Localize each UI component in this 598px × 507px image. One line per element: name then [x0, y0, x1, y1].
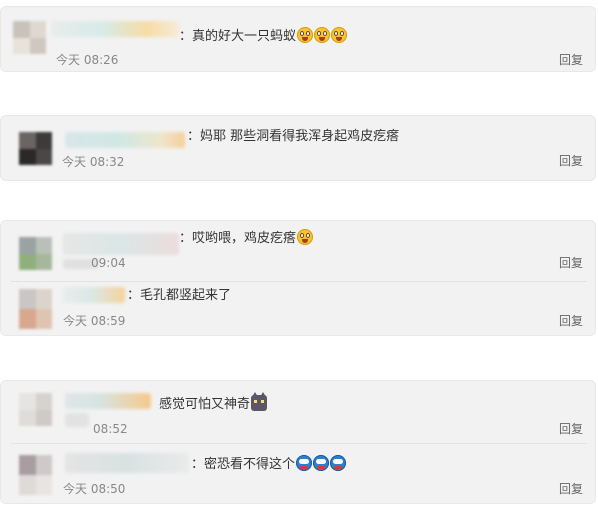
astonished-face-icon	[314, 27, 331, 43]
comment-body: ：毛孔都竖起来了	[127, 288, 232, 303]
comment-row: ：毛孔都竖起来了 今天 08:59 回复	[1, 283, 597, 337]
avatar[interactable]	[13, 21, 46, 54]
comment-body: ：密恐看不得这个	[191, 457, 296, 472]
comment-card: ：真的好大一只蚂蚁 今天 08:26 回复	[0, 6, 596, 72]
username-blurred[interactable]	[65, 393, 151, 409]
comment-row: ：真的好大一只蚂蚁 今天 08:26 回复	[1, 7, 597, 73]
reply-button[interactable]: 回复	[559, 421, 583, 437]
avatar[interactable]	[19, 237, 52, 270]
comment-text: ：妈耶 那些洞看得我浑身起鸡皮疙瘩	[187, 128, 399, 146]
comment-timestamp: 今天 08:26	[56, 53, 119, 67]
comment-body: ：哎哟喂，鸡皮疙瘩	[179, 231, 297, 246]
comment-row: ：哎哟喂，鸡皮疙瘩 09:04 回复	[1, 221, 597, 283]
comment-body: 感觉可怕又神奇	[159, 397, 251, 412]
astonished-face-icon	[297, 27, 314, 43]
comment-timestamp: 08:52	[93, 422, 128, 436]
comment-text: ：真的好大一只蚂蚁	[179, 27, 348, 46]
doraemon-face-icon	[296, 455, 313, 471]
comment-timestamp: 今天 08:50	[63, 482, 126, 496]
comment-timestamp: 09:04	[91, 256, 126, 270]
username-blurred[interactable]	[65, 132, 185, 148]
comment-body: ：妈耶 那些洞看得我浑身起鸡皮疙瘩	[187, 129, 400, 144]
avatar[interactable]	[19, 289, 52, 329]
reply-button[interactable]: 回复	[559, 52, 583, 68]
laugh-cry-face-icon	[297, 229, 314, 245]
comment-card: ：妈耶 那些洞看得我浑身起鸡皮疙瘩 今天 08:32 回复	[0, 115, 596, 181]
reply-button[interactable]: 回复	[559, 153, 583, 169]
doraemon-face-icon	[313, 455, 330, 471]
divider	[11, 443, 587, 444]
username-blurred[interactable]	[65, 413, 89, 427]
username-blurred[interactable]	[65, 453, 189, 473]
comment-row: ：妈耶 那些洞看得我浑身起鸡皮疙瘩 今天 08:32 回复	[1, 116, 597, 182]
username-blurred[interactable]	[51, 21, 179, 37]
reply-button[interactable]: 回复	[559, 313, 583, 329]
avatar[interactable]	[19, 132, 52, 165]
comment-text: 感觉可怕又神奇	[159, 392, 268, 414]
comment-timestamp: 今天 08:32	[62, 155, 125, 169]
comment-row: ：密恐看不得这个 今天 08:50 回复	[1, 445, 597, 505]
doraemon-face-icon	[330, 455, 347, 471]
reply-button[interactable]: 回复	[559, 255, 583, 271]
username-blurred[interactable]	[63, 287, 125, 303]
avatar[interactable]	[19, 393, 52, 426]
comment-text: ：密恐看不得这个	[191, 455, 347, 474]
reply-button[interactable]: 回复	[559, 481, 583, 497]
comment-text: ：哎哟喂，鸡皮疙瘩	[179, 229, 314, 248]
comment-card: ：哎哟喂，鸡皮疙瘩 09:04 回复 ：毛孔都竖起来了 今天 08:59 回复	[0, 220, 596, 336]
comment-timestamp: 今天 08:59	[63, 314, 126, 328]
cat-face-icon	[251, 392, 268, 411]
comment-row: 感觉可怕又神奇 08:52 回复	[1, 381, 597, 443]
divider	[11, 281, 587, 282]
username-blurred[interactable]	[63, 233, 179, 255]
comment-body: ：真的好大一只蚂蚁	[179, 29, 297, 44]
comment-card: 感觉可怕又神奇 08:52 回复 ：密恐看不得这个 今天 08:50 回复	[0, 380, 596, 504]
avatar[interactable]	[19, 455, 52, 495]
astonished-face-icon	[331, 27, 348, 43]
comment-text: ：毛孔都竖起来了	[127, 287, 231, 305]
